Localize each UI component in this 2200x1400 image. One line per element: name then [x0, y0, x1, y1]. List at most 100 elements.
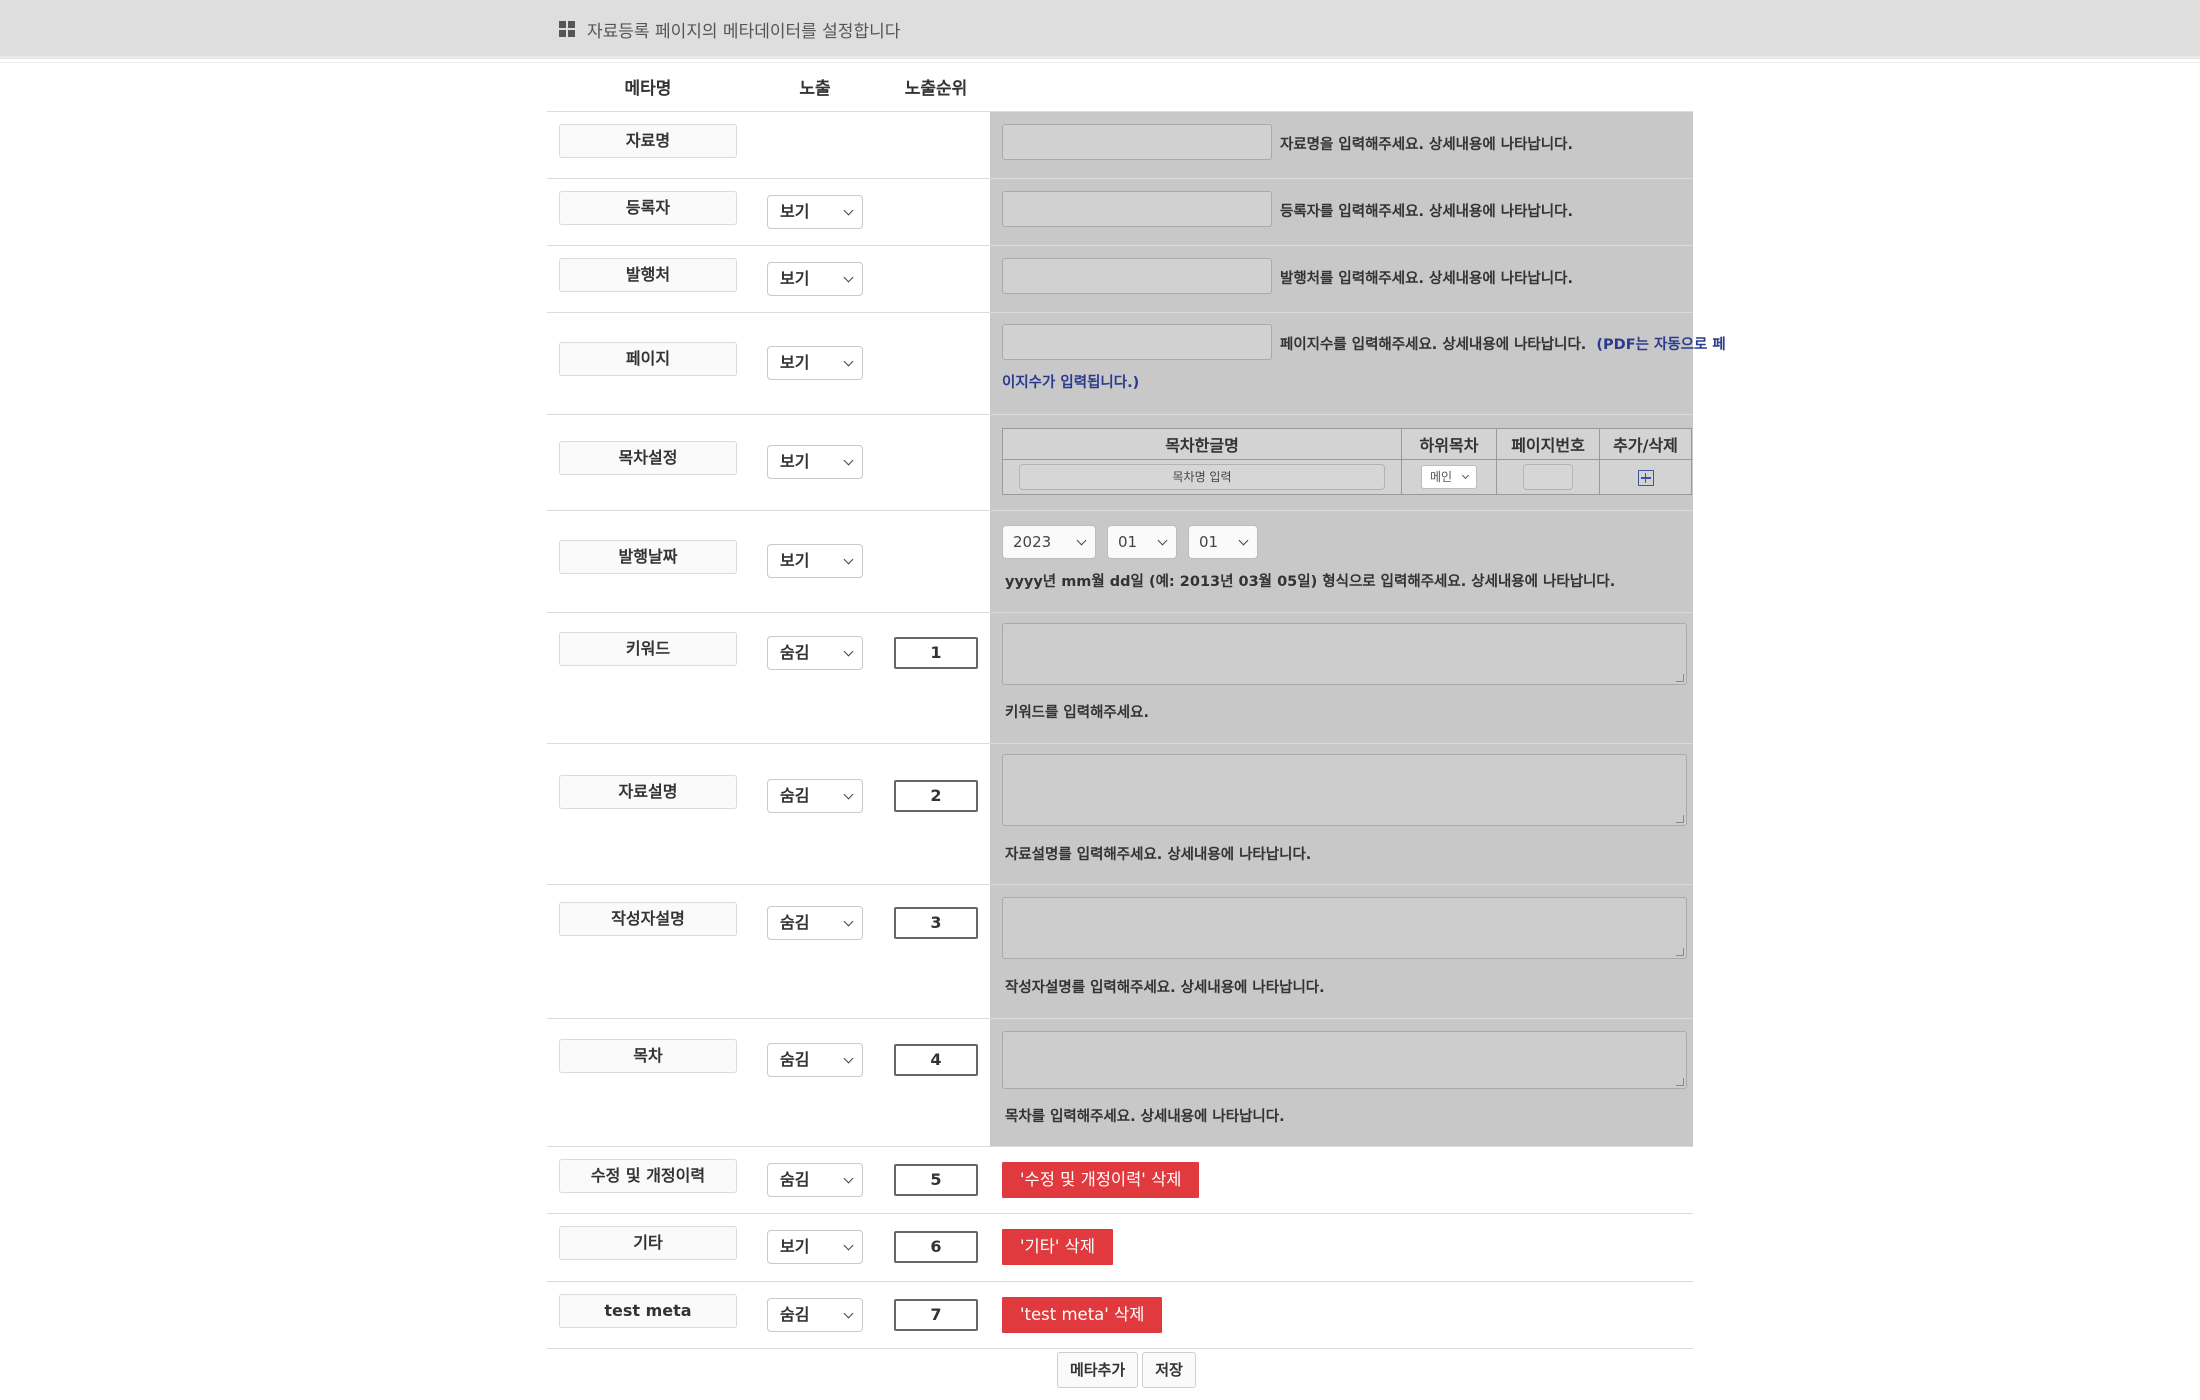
meta-row-pub-date: 발행날짜 보기 2023 01 01 yyyy년 mm월 dd일 (예: 201…	[547, 511, 1693, 613]
plus-icon[interactable]	[1637, 470, 1654, 486]
order-input[interactable]: 7	[894, 1299, 978, 1331]
meta-name-label: 목차설정	[559, 441, 737, 475]
toc-col-action: 추가/삭제	[1599, 428, 1692, 460]
chevron-down-icon	[843, 455, 854, 466]
toc-row: 목차명 입력 메인	[1002, 459, 1692, 495]
day-select[interactable]: 01	[1188, 525, 1258, 559]
meta-table: 메타명 노출 노출순위 자료명 자료명을 입력해주세요. 상세내용에 나타납니다…	[547, 67, 1726, 1349]
meta-row-description: 자료설명 숨김 2 자료설명를 입력해주세요. 상세내용에 나타납니다.	[547, 744, 1693, 885]
exposure-select[interactable]: 보기	[767, 1230, 863, 1264]
meta-name-label: test meta	[559, 1294, 737, 1328]
meta-name-label: 자료명	[559, 124, 737, 158]
order-input[interactable]: 4	[894, 1044, 978, 1076]
meta-name-label: 작성자설명	[559, 902, 737, 936]
meta-row-toc: 목차 숨김 4 목차를 입력해주세요. 상세내용에 나타납니다.	[547, 1019, 1693, 1147]
field-hint: 자료설명를 입력해주세요. 상세내용에 나타납니다.	[1005, 847, 1312, 863]
chevron-down-icon	[843, 356, 854, 367]
hint-note: (PDF는 자동으로 페	[1596, 337, 1726, 353]
meta-value-cell: 'test meta' 삭제	[990, 1282, 1693, 1348]
order-input[interactable]: 5	[894, 1164, 978, 1196]
pages-input[interactable]	[1002, 324, 1272, 360]
meta-name-label: 기타	[559, 1226, 737, 1260]
exposure-select[interactable]: 보기	[767, 544, 863, 578]
registrant-input[interactable]	[1002, 191, 1272, 227]
meta-row-pages: 페이지 보기 페이지수를 입력해주세요. 상세내용에 나타납니다. (PDF는 …	[547, 313, 1726, 415]
meta-value-cell: 등록자를 입력해주세요. 상세내용에 나타납니다.	[990, 179, 1693, 245]
exposure-select[interactable]: 보기	[767, 262, 863, 296]
order-input[interactable]: 1	[894, 637, 978, 669]
exposure-select[interactable]: 숨김	[767, 1163, 863, 1197]
keyword-textarea[interactable]	[1002, 623, 1687, 685]
delete-meta-button[interactable]: '기타' 삭제	[1002, 1229, 1114, 1265]
meta-row-publisher: 발행처 보기 발행처를 입력해주세요. 상세내용에 나타납니다.	[547, 246, 1693, 313]
delete-meta-button[interactable]: '수정 및 개정이력' 삭제	[1002, 1162, 1200, 1198]
chevron-down-icon	[843, 1308, 854, 1319]
meta-row-author-desc: 작성자설명 숨김 3 작성자설명를 입력해주세요. 상세내용에 나타납니다.	[547, 885, 1693, 1019]
chevron-down-icon	[843, 916, 854, 927]
order-input[interactable]: 2	[894, 780, 978, 812]
col-exposure: 노출	[799, 79, 831, 99]
meta-name-label: 발행처	[559, 258, 737, 292]
order-input[interactable]: 3	[894, 907, 978, 939]
meta-value-cell: 자료명을 입력해주세요. 상세내용에 나타납니다.	[990, 112, 1693, 178]
meta-value-cell: 페이지수를 입력해주세요. 상세내용에 나타납니다. (PDF는 자동으로 페 …	[990, 313, 1726, 414]
save-button[interactable]: 저장	[1142, 1352, 1196, 1388]
title-input[interactable]	[1002, 124, 1272, 160]
toc-name-input[interactable]: 목차명 입력	[1019, 464, 1385, 490]
chevron-down-icon	[843, 1173, 854, 1184]
meta-name-label: 키워드	[559, 632, 737, 666]
chevron-down-icon	[843, 789, 854, 800]
toc-col-page: 페이지번호	[1496, 428, 1600, 460]
month-select[interactable]: 01	[1107, 525, 1177, 559]
hint-note-continued: 이지수가 입력됩니다.)	[1002, 375, 1140, 391]
meta-value-cell: '기타' 삭제	[990, 1214, 1693, 1281]
field-hint: 자료명을 입력해주세요. 상세내용에 나타납니다.	[1280, 137, 1573, 153]
meta-name-label: 페이지	[559, 342, 737, 376]
chevron-down-icon	[843, 272, 854, 283]
grid-icon	[559, 21, 575, 37]
meta-name-label: 발행날짜	[559, 540, 737, 574]
field-hint: 등록자를 입력해주세요. 상세내용에 나타납니다.	[1280, 204, 1573, 220]
exposure-select[interactable]: 보기	[767, 445, 863, 479]
meta-value-cell: 목차한글명 하위목차 페이지번호 추가/삭제 목차명 입력 메인	[990, 415, 1693, 510]
meta-name-label: 목차	[559, 1039, 737, 1073]
meta-value-cell: 2023 01 01 yyyy년 mm월 dd일 (예: 2013년 03월 0…	[990, 511, 1693, 612]
divider	[0, 62, 2200, 63]
chevron-down-icon	[843, 1240, 854, 1251]
add-meta-button[interactable]: 메타추가	[1057, 1352, 1139, 1388]
exposure-select[interactable]: 보기	[767, 346, 863, 380]
chevron-down-icon	[1461, 471, 1470, 480]
field-hint: yyyy년 mm월 dd일 (예: 2013년 03월 05일) 형식으로 입력…	[1005, 574, 1616, 590]
toc-page-input[interactable]	[1523, 464, 1573, 490]
meta-value-cell: 목차를 입력해주세요. 상세내용에 나타납니다.	[990, 1019, 1693, 1146]
field-hint: 키워드를 입력해주세요.	[1005, 705, 1149, 721]
delete-meta-button[interactable]: 'test meta' 삭제	[1002, 1297, 1163, 1333]
chevron-down-icon	[1076, 535, 1087, 546]
meta-row-registrant: 등록자 보기 등록자를 입력해주세요. 상세내용에 나타납니다.	[547, 179, 1693, 246]
field-hint: 페이지수를 입력해주세요. 상세내용에 나타납니다. (PDF는 자동으로 페	[1280, 337, 1726, 353]
chevron-down-icon	[843, 1053, 854, 1064]
sub-toc-select[interactable]: 메인	[1421, 465, 1477, 489]
exposure-select[interactable]: 숨김	[767, 1298, 863, 1332]
field-hint: 작성자설명를 입력해주세요. 상세내용에 나타납니다.	[1005, 980, 1325, 996]
meta-value-cell: 자료설명를 입력해주세요. 상세내용에 나타납니다.	[990, 744, 1693, 884]
exposure-select[interactable]: 보기	[767, 195, 863, 229]
publisher-input[interactable]	[1002, 258, 1272, 294]
page-header-title: 자료등록 페이지의 메타데이터를 설정합니다	[587, 21, 901, 42]
author-desc-textarea[interactable]	[1002, 897, 1687, 959]
page-header: 자료등록 페이지의 메타데이터를 설정합니다	[559, 17, 901, 42]
exposure-select[interactable]: 숨김	[767, 1043, 863, 1077]
meta-value-cell: 발행처를 입력해주세요. 상세내용에 나타납니다.	[990, 246, 1693, 312]
toc-col-name: 목차한글명	[1002, 428, 1402, 460]
meta-name-label: 수정 및 개정이력	[559, 1159, 737, 1193]
order-input[interactable]: 6	[894, 1231, 978, 1263]
description-textarea[interactable]	[1002, 754, 1687, 826]
year-select[interactable]: 2023	[1002, 525, 1096, 559]
field-hint: 목차를 입력해주세요. 상세내용에 나타납니다.	[1005, 1109, 1285, 1125]
exposure-select[interactable]: 숨김	[767, 779, 863, 813]
exposure-select[interactable]: 숨김	[767, 906, 863, 940]
col-meta-name: 메타명	[624, 79, 672, 99]
toc-textarea[interactable]	[1002, 1031, 1687, 1089]
exposure-select[interactable]: 숨김	[767, 636, 863, 670]
col-order: 노출순위	[904, 79, 968, 99]
